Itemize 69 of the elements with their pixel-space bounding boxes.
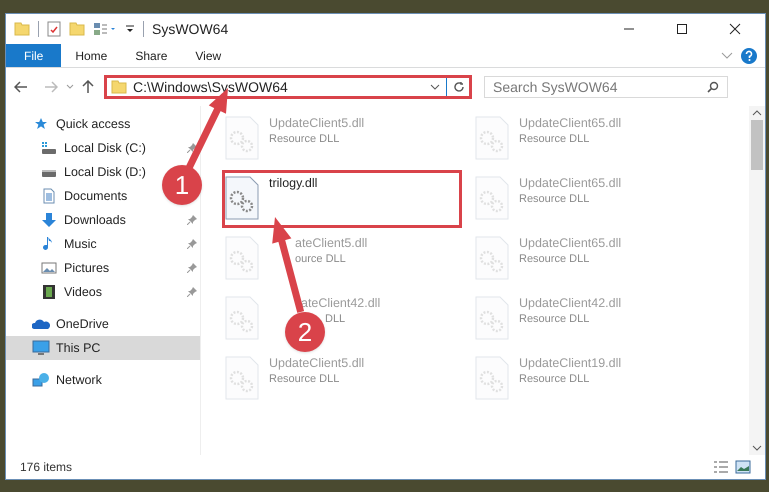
sidebar-item[interactable]: Quick access [32,114,130,134]
back-arrow-icon[interactable] [14,81,28,93]
sidebar-item[interactable]: Videos [40,282,102,302]
sidebar-item[interactable]: This PC [32,338,100,358]
file-type: DLL [325,312,346,327]
file-gear-icon [225,356,259,400]
scrollbar-thumb[interactable] [751,120,763,170]
document-icon [42,188,56,204]
details-view-icon[interactable] [713,460,729,474]
download-arrow-icon [41,212,57,228]
search-icon [707,81,719,93]
refresh-icon[interactable] [453,81,465,93]
file-gear-icon [225,116,259,160]
up-arrow-icon[interactable] [82,80,94,94]
large-icons-view-icon[interactable] [735,460,751,474]
file-gear-icon [225,176,259,220]
address-path: C:\Windows\SysWOW64 [133,78,289,96]
sidebar-item[interactable]: Local Disk (C:) [40,138,146,158]
file-type: Resource DLL [269,372,340,387]
sidebar-item[interactable]: Pictures [40,258,110,278]
address-bar[interactable]: C:\Windows\SysWOW64 [104,75,472,99]
file-type: Resource DLL [519,312,590,327]
layout-icon[interactable] [93,22,117,36]
file-type: ource DLL [295,252,346,267]
music-note-icon [43,236,55,252]
cloud-icon [32,318,50,330]
sidebar-item[interactable]: Network [32,370,102,390]
item-count: 176 items [20,459,74,476]
file-gear-icon [475,356,509,400]
customize-caret-icon[interactable] [125,24,135,34]
sidebar-item[interactable]: Music [40,234,97,254]
file-type: Resource DLL [519,372,590,387]
file-type: Resource DLL [269,132,340,147]
search-input[interactable]: Search SysWOW64 [493,76,707,98]
monitor-icon [32,340,50,356]
file-type: Resource DLL [519,192,590,207]
star-icon [34,117,48,131]
expand-ribbon-icon[interactable] [721,52,733,60]
window-title: SysWOW64 [152,20,228,39]
recent-caret-icon[interactable] [66,84,74,90]
properties-icon[interactable] [47,21,61,37]
film-icon [42,284,56,300]
file-gear-icon [475,296,509,340]
sidebar-item[interactable]: Local Disk (D:) [40,162,146,182]
ribbon-tab[interactable]: Home [61,44,122,67]
drive-icon [41,141,57,155]
ribbon-tab[interactable]: Share [121,44,182,67]
sidebar-item[interactable]: Documents [40,186,128,206]
close-icon[interactable] [729,23,741,35]
maximize-icon[interactable] [676,23,688,35]
dropdown-caret-icon[interactable] [430,84,440,90]
search-field[interactable]: Search SysWOW64 [484,76,728,98]
network-globe-icon [32,372,50,388]
file-name[interactable]: trilogy.dll [269,176,318,191]
file-gear-icon [225,236,259,280]
file-gear-icon [475,116,509,160]
folder-icon [111,80,127,94]
sidebar-item[interactable]: OneDrive [32,314,109,334]
file-gear-icon [225,296,259,340]
scrollbar[interactable] [749,106,765,455]
ribbon-tab[interactable]: View [181,44,236,67]
picture-icon [41,261,57,275]
file-gear-icon [475,236,509,280]
file-gear-icon [475,176,509,220]
file-type: Resource DLL [519,132,590,147]
file-tab[interactable]: File [6,44,62,67]
help-icon[interactable] [741,48,757,64]
file-type: Resource DLL [519,252,590,267]
sidebar-item[interactable]: Downloads [40,210,126,230]
